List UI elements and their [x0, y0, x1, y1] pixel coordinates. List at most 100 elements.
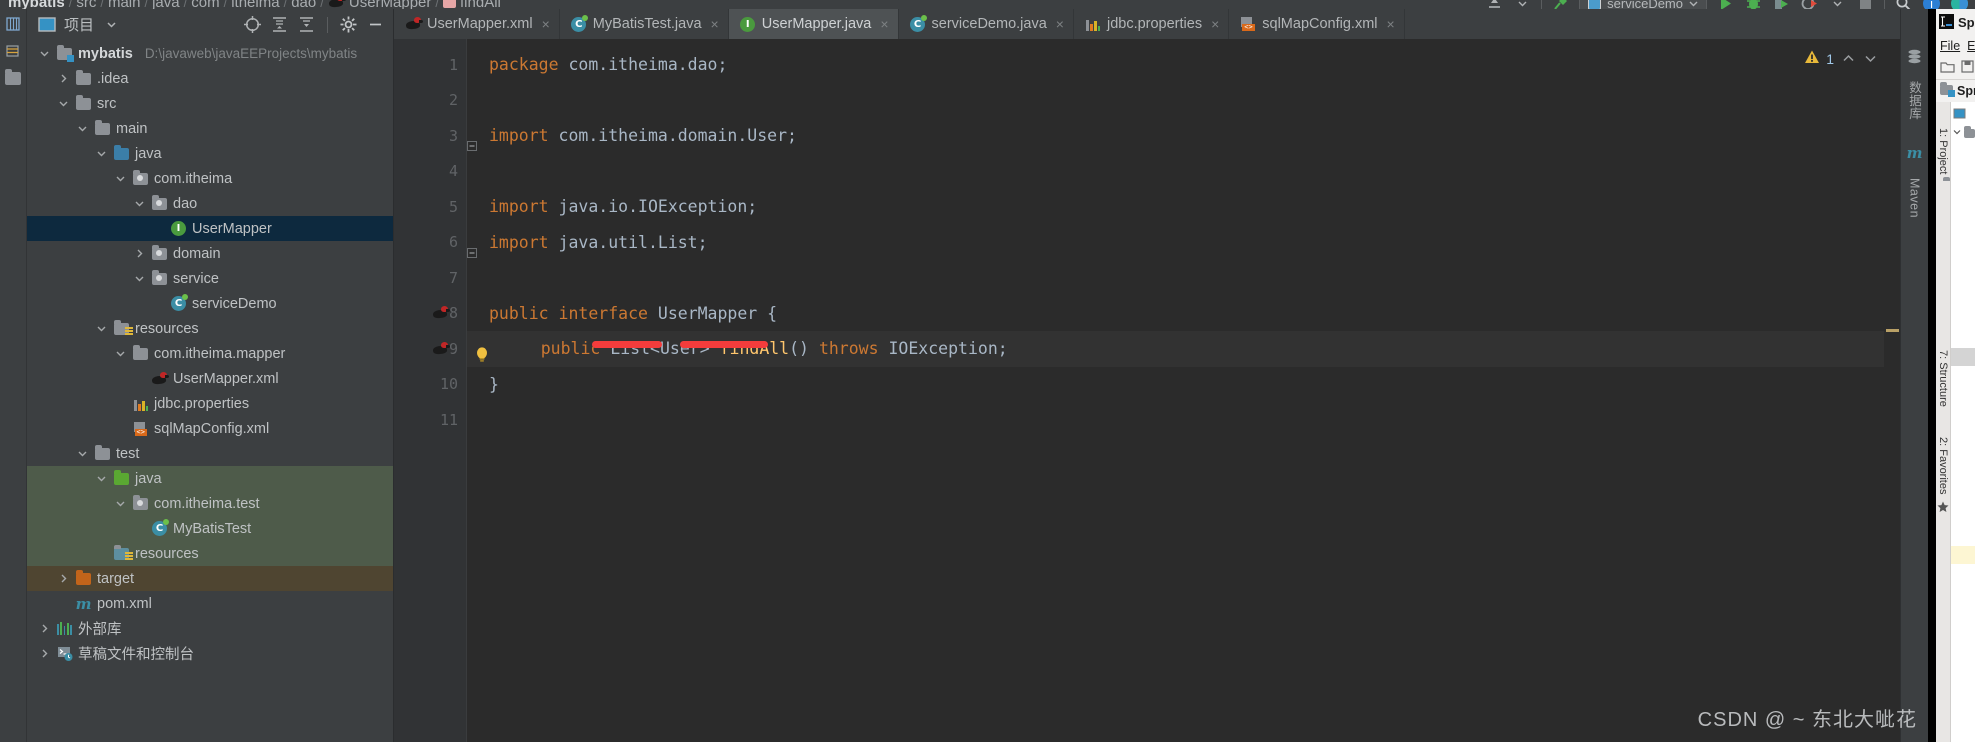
tree-node-test[interactable]: test [27, 441, 393, 466]
editor-code[interactable]: package com.itheima.dao; import com.ithei… [466, 39, 1900, 742]
secondary-ide-window[interactable]: Spri File Ed Spr [1936, 9, 1975, 742]
tree-node--[interactable]: 外部库 [27, 616, 393, 641]
chevron-down-icon[interactable] [132, 272, 146, 286]
tree-node-com.itheima[interactable]: com.itheima [27, 166, 393, 191]
code-line[interactable]: public interface UserMapper { [467, 296, 1900, 332]
chevron-down-icon[interactable] [37, 47, 51, 61]
tree-node-java[interactable]: java [27, 466, 393, 491]
chevron-down-icon[interactable] [132, 197, 146, 211]
code-line[interactable] [467, 154, 1900, 190]
breadcrumb-item-1[interactable]: src [76, 0, 96, 9]
chevron-down-icon[interactable] [94, 147, 108, 161]
close-icon[interactable]: × [542, 16, 550, 32]
code-line[interactable] [467, 402, 1900, 438]
secondary-window-toolbar[interactable] [1936, 56, 1975, 80]
menu-edit[interactable]: Ed [1967, 39, 1975, 53]
tree-node-resources[interactable]: resources [27, 541, 393, 566]
tree-node-java[interactable]: java [27, 141, 393, 166]
code-line[interactable]: package com.itheima.dao; [467, 47, 1900, 83]
right-rail-label-maven[interactable]: Maven [1908, 178, 1922, 218]
breadcrumb-item-4[interactable]: com [191, 0, 219, 9]
code-line[interactable] [467, 260, 1900, 296]
gutter-line[interactable]: 5 [394, 189, 466, 225]
tree-node-pom.xml[interactable]: m pom.xml [27, 591, 393, 616]
gutter-line[interactable]: 10 [394, 367, 466, 403]
tree-node-domain[interactable]: domain [27, 241, 393, 266]
secondary-window-menubar[interactable]: File Ed [1936, 36, 1975, 56]
tree-node-sqlmapconfig.xml[interactable]: <> sqlMapConfig.xml [27, 416, 393, 441]
chevron-right-icon[interactable] [132, 247, 146, 261]
code-line[interactable]: } [467, 367, 1900, 403]
chevron-down-icon[interactable] [113, 172, 127, 186]
close-icon[interactable]: × [1387, 16, 1395, 32]
chevron-down-icon[interactable] [94, 472, 108, 486]
collapse-all-icon[interactable] [297, 15, 316, 34]
save-icon[interactable] [1961, 59, 1974, 76]
tree-node-usermapper[interactable]: I UserMapper [27, 216, 393, 241]
tree-node-dao[interactable]: dao [27, 191, 393, 216]
project-tree[interactable]: mybatis D:\javaweb\javaEEProjects\mybatis… [27, 40, 393, 742]
fold-marker-icon[interactable] [467, 128, 477, 151]
breadcrumb-item-7[interactable]: UserMapper [349, 0, 432, 9]
chevron-up-icon[interactable] [1840, 51, 1856, 67]
intention-bulb-icon[interactable] [475, 340, 489, 362]
editor-scrollbar[interactable] [1884, 39, 1900, 742]
tree-node-service[interactable]: service [27, 266, 393, 291]
maven-m-icon[interactable]: m [1907, 144, 1923, 162]
secondary-tree-row[interactable] [1951, 124, 1975, 142]
bookmark-icon[interactable] [4, 42, 22, 60]
mybatis-bird-icon[interactable] [432, 305, 450, 321]
mybatis-bird-icon[interactable] [432, 341, 450, 357]
right-rail-label-database[interactable]: 数据库 [1905, 81, 1924, 120]
close-icon[interactable]: × [880, 16, 888, 32]
gutter-line[interactable]: 6 [394, 225, 466, 261]
dropdown-caret-icon[interactable] [102, 15, 121, 34]
gutter-line[interactable]: 9 [394, 331, 466, 367]
tree-node-mybatis[interactable]: mybatis D:\javaweb\javaEEProjects\mybatis [27, 41, 393, 66]
gutter-line[interactable]: 11 [394, 402, 466, 438]
tree-node-src[interactable]: src [27, 91, 393, 116]
tree-node--[interactable]: 草稿文件和控制台 [27, 641, 393, 666]
secondary-window-tree[interactable] [1951, 102, 1975, 742]
code-line[interactable]: import com.itheima.domain.User; [467, 118, 1900, 154]
chevron-right-icon[interactable] [37, 647, 51, 661]
chevron-down-icon[interactable] [75, 447, 89, 461]
editor-gutter[interactable]: 1 2 3 4 5 6 7 8 9 10 11 [394, 39, 466, 742]
tree-node-target[interactable]: target [27, 566, 393, 591]
chevron-down-icon[interactable] [1953, 127, 1961, 139]
locate-icon[interactable] [243, 15, 262, 34]
tree-node-jdbc.properties[interactable]: jdbc.properties [27, 391, 393, 416]
editor-tab-mybatistest-java[interactable]: C MyBatisTest.java × [560, 9, 729, 39]
chevron-down-icon[interactable] [75, 122, 89, 136]
minimize-icon[interactable] [366, 15, 385, 34]
code-line[interactable]: import java.io.IOException; [467, 189, 1900, 225]
chevron-down-icon[interactable] [113, 347, 127, 361]
secondary-tree-row[interactable] [1951, 142, 1975, 160]
chevron-down-icon[interactable] [56, 97, 70, 111]
expand-all-icon[interactable] [270, 15, 289, 34]
breadcrumb-item-0[interactable]: mybatis [8, 0, 65, 9]
editor-tab-usermapper-xml[interactable]: UserMapper.xml × [394, 9, 560, 39]
editor-tabbar[interactable]: UserMapper.xml × C MyBatisTest.java × I UserMa… [394, 9, 1900, 39]
code-line[interactable]: public List<User> findAll() throws IOExc… [467, 331, 1900, 367]
chevron-down-icon[interactable] [1862, 51, 1878, 67]
chevron-down-icon[interactable] [94, 322, 108, 336]
inspection-status[interactable]: 1 [1804, 49, 1878, 68]
editor-tab-servicedemo-java[interactable]: CserviceDemo.java × [899, 9, 1074, 39]
close-icon[interactable]: × [1211, 16, 1219, 32]
chevron-right-icon[interactable] [56, 72, 70, 86]
open-folder-icon[interactable] [1940, 60, 1955, 76]
star-icon[interactable] [1937, 501, 1949, 516]
code-line[interactable] [467, 83, 1900, 119]
tree-node-main[interactable]: main [27, 116, 393, 141]
editor-tab-jdbc-properties[interactable]: jdbc.properties × [1074, 9, 1230, 39]
secondary-rail-structure[interactable]: 7: Structure [1937, 350, 1949, 407]
breadcrumb-item-3[interactable]: java [152, 0, 180, 9]
folder-icon[interactable] [4, 68, 22, 87]
secondary-tree-row-selected[interactable] [1951, 348, 1975, 366]
tree-node-servicedemo[interactable]: CserviceDemo [27, 291, 393, 316]
database-icon[interactable] [1906, 47, 1924, 65]
gutter-line[interactable]: 7 [394, 260, 466, 296]
tree-node-resources[interactable]: resources [27, 316, 393, 341]
breadcrumb[interactable]: mybatis / src / main / java / com / ithe… [0, 0, 501, 9]
